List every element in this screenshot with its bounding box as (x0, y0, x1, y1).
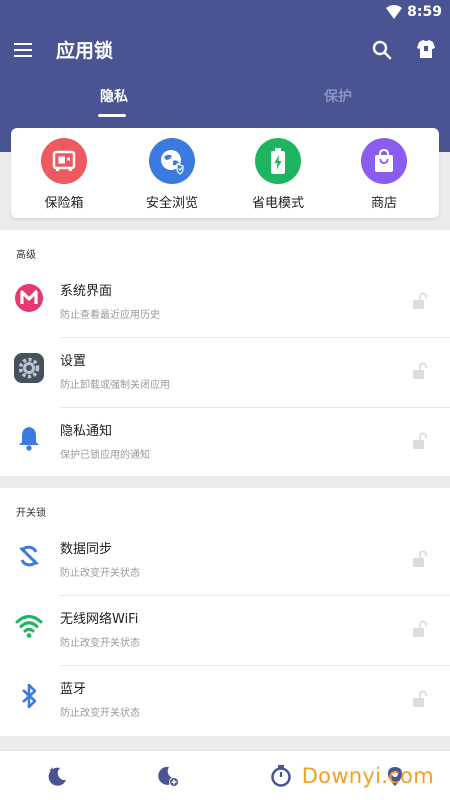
page-title: 应用锁 (56, 40, 114, 62)
bluetooth-icon (22, 683, 37, 709)
unlocked-padlock-icon[interactable] (412, 690, 428, 708)
settings-gear-icon (14, 353, 44, 383)
item-title: 设置 (60, 354, 87, 369)
quick-actions-card: 保险箱 安全浏览 省电模式 商店 (11, 128, 439, 218)
list-item-bluetooth[interactable]: 蓝牙 防止改变开关状态 (0, 666, 450, 736)
recents-icon (15, 284, 43, 312)
watermark-logo: Downyi.com (301, 764, 434, 788)
item-subtitle: 防止卸载或强制关闭应用 (60, 380, 170, 391)
wifi-icon (15, 615, 43, 638)
search-icon[interactable] (370, 38, 394, 62)
unlocked-padlock-icon[interactable] (412, 432, 428, 450)
safe-icon (41, 138, 87, 184)
quick-action-power-saving[interactable]: 省电模式 (233, 138, 323, 211)
item-title: 无线网络WiFi (60, 612, 139, 627)
battery-icon (255, 138, 301, 184)
timer-icon[interactable] (270, 765, 292, 787)
theme-shirt-icon[interactable] (414, 37, 438, 61)
item-subtitle: 保护已锁应用的通知 (60, 450, 150, 461)
quick-action-store[interactable]: 商店 (339, 138, 429, 211)
list-item-system-ui[interactable]: 系统界面 防止查看最近应用历史 (0, 268, 450, 338)
tab-privacy[interactable]: 隐私 (100, 86, 128, 106)
tab-protect[interactable]: 保护 (324, 86, 352, 106)
item-subtitle: 防止改变开关状态 (60, 638, 140, 649)
quick-action-label: 商店 (370, 196, 397, 211)
status-bar: 8:59 (0, 0, 450, 24)
item-title: 隐私通知 (60, 424, 113, 439)
quick-action-label: 保险箱 (44, 196, 84, 211)
list-item-data-sync[interactable]: 数据同步 防止改变开关状态 (0, 526, 450, 596)
list-item-privacy-notification[interactable]: 隐私通知 保护已锁应用的通知 (0, 408, 450, 478)
section-header: 高级 (16, 250, 36, 261)
night-mode-icon[interactable] (46, 765, 68, 787)
section-header: 开关锁 (16, 508, 46, 519)
tab-indicator (98, 114, 126, 117)
item-title: 系统界面 (60, 284, 113, 299)
quick-action-safe-browsing[interactable]: 安全浏览 (127, 138, 217, 211)
unlocked-padlock-icon[interactable] (412, 362, 428, 380)
shopping-bag-icon (361, 138, 407, 184)
list-item-wifi[interactable]: 无线网络WiFi 防止改变开关状态 (0, 596, 450, 666)
unlocked-padlock-icon[interactable] (412, 620, 428, 638)
item-subtitle: 防止查看最近应用历史 (60, 310, 160, 321)
section-switch-lock: 开关锁 数据同步 防止改变开关状态 无线网络WiFi 防止改变开关状态 蓝牙 防… (0, 488, 450, 736)
quick-action-label: 省电模式 (251, 196, 304, 211)
add-night-mode-icon[interactable] (157, 765, 179, 787)
unlocked-padlock-icon[interactable] (412, 550, 428, 568)
status-time: 8:59 (407, 4, 442, 20)
item-subtitle: 防止改变开关状态 (60, 708, 140, 719)
unlocked-padlock-icon[interactable] (412, 292, 428, 310)
quick-action-safe[interactable]: 保险箱 (19, 138, 109, 211)
item-title: 蓝牙 (60, 682, 87, 697)
wifi-signal-icon (386, 5, 402, 19)
menu-icon[interactable] (14, 38, 38, 62)
list-item-settings[interactable]: 设置 防止卸载或强制关闭应用 (0, 338, 450, 408)
globe-shield-icon (149, 138, 195, 184)
section-advanced: 高级 系统界面 防止查看最近应用历史 设置 防止卸载或强制关闭应用 隐私通知 保… (0, 230, 450, 476)
quick-action-label: 安全浏览 (145, 196, 198, 211)
item-subtitle: 防止改变开关状态 (60, 568, 140, 579)
item-title: 数据同步 (60, 542, 113, 557)
sync-icon (19, 545, 39, 567)
bell-icon (19, 427, 39, 451)
